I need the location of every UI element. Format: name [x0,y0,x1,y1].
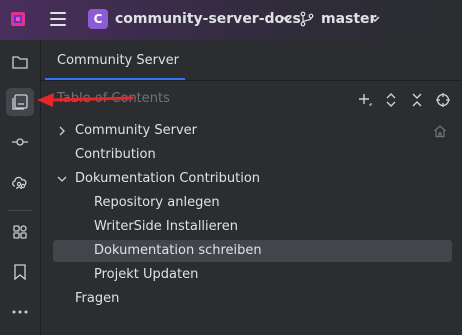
tree-item-dokumentation-schreiben[interactable]: Dokumentation schreiben [53,240,452,262]
tool-window-strip [0,40,41,335]
add-icon[interactable] [357,92,373,108]
tree-item-label: Contribution [75,147,156,162]
tab-community-server[interactable]: Community Server [41,40,195,80]
chevron-down-icon[interactable] [282,14,292,24]
tree-item-label: Community Server [75,123,198,138]
bookmarks-tool-button[interactable] [6,258,34,286]
locate-icon[interactable] [435,92,451,108]
cloud-users-icon [12,176,27,190]
title-bar: C community-server-docs master [0,0,462,40]
tree-item-projekt-updaten[interactable]: Projekt Updaten [53,264,452,286]
tool-strip-divider [8,210,32,211]
toc-title: Table of Contents [57,91,170,106]
document-structure-tool-button[interactable] [6,88,34,116]
panel-divider [41,80,462,81]
tree-item-label: Dokumentation schreiben [94,243,262,258]
tree-item-repository-anlegen[interactable]: Repository anlegen [53,192,452,214]
expand-all-icon[interactable] [383,92,399,108]
tree-item-label: Fragen [75,291,120,306]
tree-item-label: Repository anlegen [94,195,220,210]
project-tool-button[interactable] [6,48,34,76]
more-tools-button[interactable] [6,298,34,326]
more-dots-icon [12,310,28,314]
collaboration-tool-button[interactable] [6,168,34,196]
tree-item-label: WriterSide Installieren [94,219,238,234]
commit-icon [12,138,28,146]
document-structure-icon [12,94,28,110]
tree-item-fragen[interactable]: Fragen [53,288,452,310]
tree-item-writerside-installieren[interactable]: WriterSide Installieren [53,216,452,238]
git-branch-icon[interactable] [299,11,315,27]
folder-icon [12,56,28,69]
document-structure-panel: Community Server Table of Contents Commu… [41,40,462,335]
chevron-down-icon[interactable] [370,14,380,24]
tree-item-dokumentation-contribution[interactable]: Dokumentation Contribution [53,168,452,190]
tree-item-community-server[interactable]: Community Server [53,120,452,142]
bookmark-icon [14,264,26,281]
tree-item-label: Dokumentation Contribution [75,171,261,186]
commit-tool-button[interactable] [6,128,34,156]
tree-item-label: Projekt Updaten [94,267,199,282]
project-badge[interactable]: C [88,9,108,29]
grid-apps-icon [13,225,27,239]
tree-item-contribution[interactable]: Contribution [53,144,452,166]
plugins-tool-button[interactable] [6,218,34,246]
home-icon [434,125,446,138]
project-name[interactable]: community-server-docs [115,11,301,27]
collapse-all-icon[interactable] [409,92,425,108]
app-logo-icon[interactable] [10,11,26,27]
chevron-down-icon[interactable] [57,174,67,184]
chevron-right-icon[interactable] [57,126,67,136]
main-menu-icon[interactable] [50,12,66,26]
branch-name[interactable]: master [321,11,376,27]
